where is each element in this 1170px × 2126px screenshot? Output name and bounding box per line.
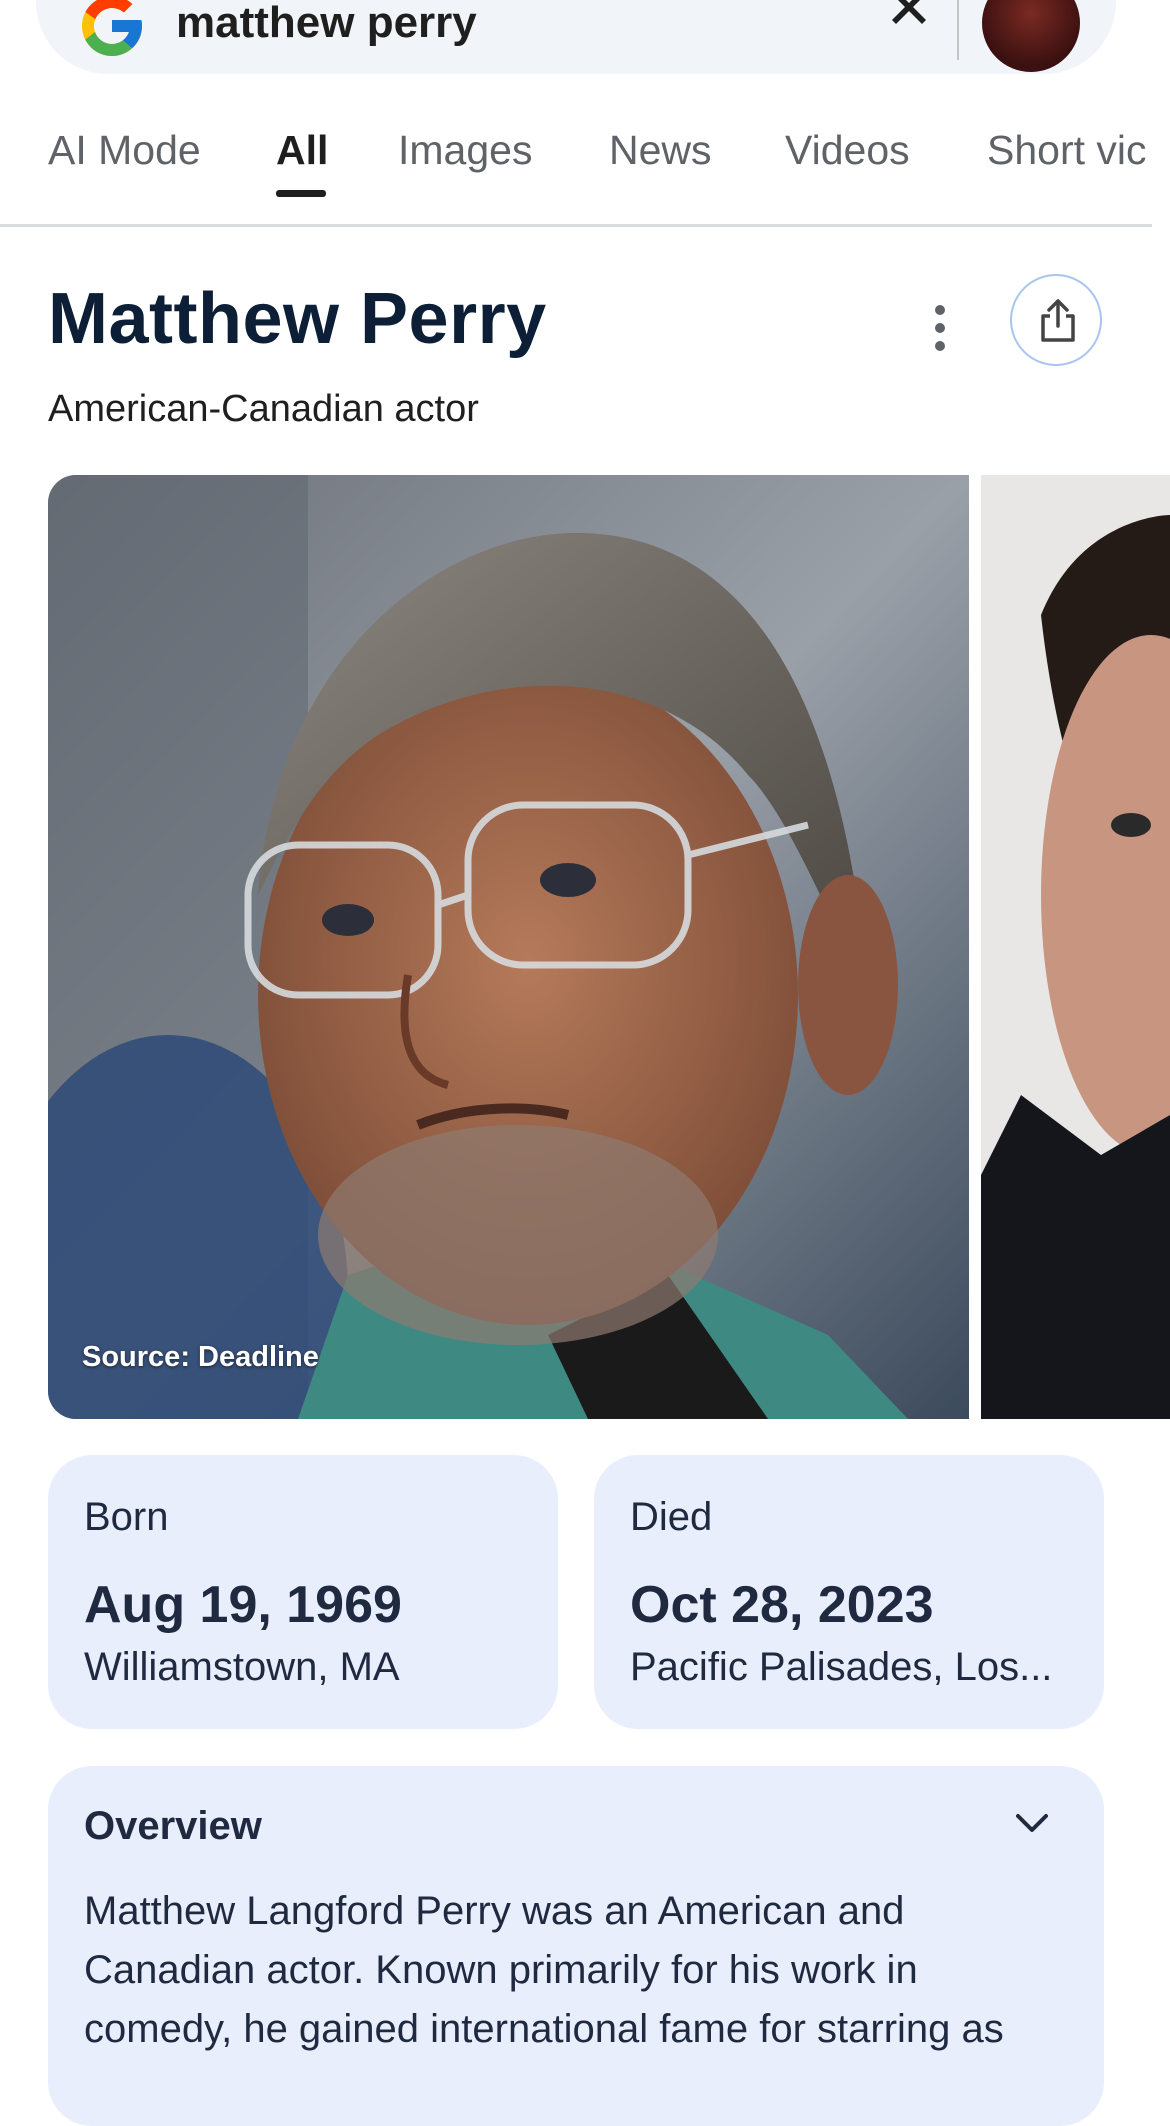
tab-images[interactable]: Images (398, 127, 532, 174)
share-icon (1041, 299, 1075, 342)
overview-title: Overview (84, 1804, 262, 1848)
entity-image-main[interactable]: Source: Deadline (48, 475, 969, 1419)
overview-text: Matthew Langford Perry was an American a… (84, 1889, 1004, 2051)
image-source-caption: Source: Deadline (82, 1341, 319, 1373)
google-logo-icon (82, 0, 142, 56)
search-divider (957, 0, 959, 60)
chevron-down-icon[interactable] (1012, 1806, 1052, 1842)
tab-short-videos[interactable]: Short vic (987, 127, 1147, 174)
died-place: Pacific Palisades, Los... (630, 1645, 1053, 1689)
born-label: Born (84, 1495, 169, 1539)
died-card[interactable]: Died Oct 28, 2023 Pacific Palisades, Los… (594, 1455, 1104, 1729)
tab-news[interactable]: News (609, 127, 712, 174)
close-icon[interactable] (884, 0, 934, 40)
born-date: Aug 19, 1969 (84, 1576, 402, 1634)
tab-ai-mode[interactable]: AI Mode (48, 127, 201, 174)
tab-all[interactable]: All (276, 127, 328, 174)
search-bar[interactable]: matthew perry (36, 0, 1116, 74)
died-date: Oct 28, 2023 (630, 1576, 934, 1634)
active-tab-indicator (276, 190, 326, 197)
search-tabs: AI Mode All Images News Videos Short vic (0, 115, 1170, 225)
avatar[interactable] (982, 0, 1080, 72)
overview-card[interactable]: Overview Matthew Langford Perry was an A… (48, 1766, 1104, 2126)
died-label: Died (630, 1495, 713, 1539)
tabs-divider (0, 224, 1152, 227)
entity-image-second[interactable] (981, 475, 1170, 1419)
tab-videos[interactable]: Videos (785, 127, 910, 174)
more-vert-icon[interactable] (920, 300, 960, 356)
portrait-image-second (981, 475, 1170, 1419)
born-place: Williamstown, MA (84, 1645, 400, 1689)
portrait-image (48, 475, 969, 1419)
entity-title: Matthew Perry (48, 279, 547, 359)
search-query-text[interactable]: matthew perry (176, 0, 477, 48)
born-card[interactable]: Born Aug 19, 1969 Williamstown, MA (48, 1455, 558, 1729)
entity-subtitle: American-Canadian actor (48, 388, 479, 430)
share-button[interactable] (1010, 274, 1102, 366)
